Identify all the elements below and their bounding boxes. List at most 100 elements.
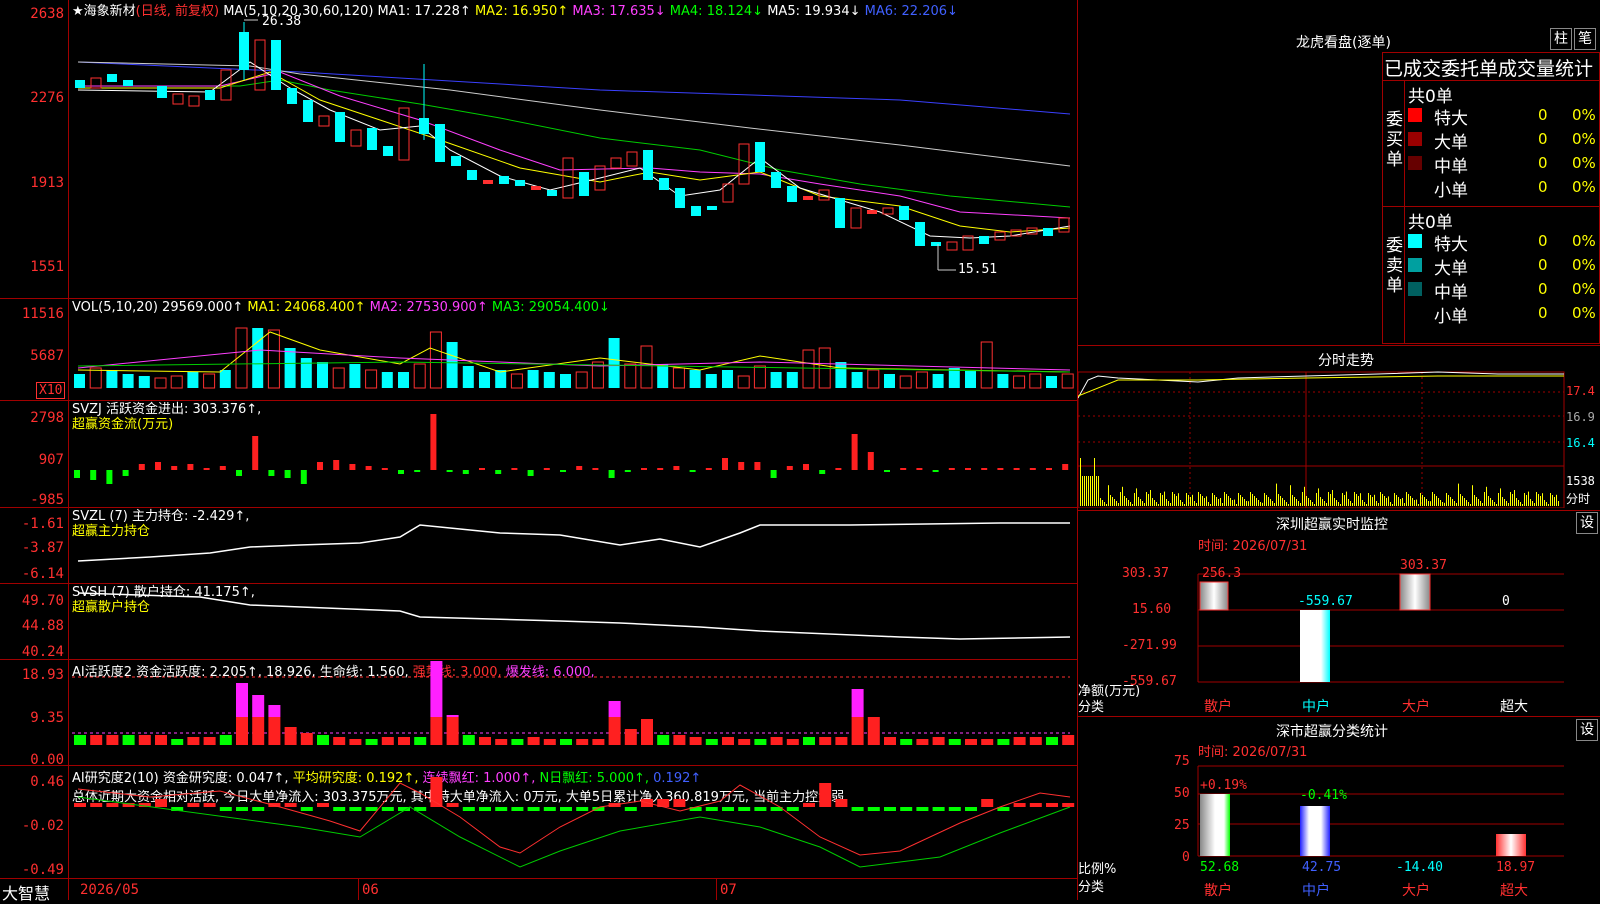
- sz-settings-button[interactable]: 设: [1576, 512, 1598, 534]
- tick-view-button[interactable]: 笔: [1574, 28, 1596, 50]
- high-price-mark: 26.38: [262, 14, 302, 29]
- buy-row: 大单 0 0%: [1408, 128, 1600, 153]
- ma3-line: [78, 71, 1071, 219]
- sz-cat-3: 大户: [1402, 699, 1430, 715]
- low-price-mark: 15.51: [958, 262, 998, 277]
- cls-pct-1: 52.68: [1200, 860, 1240, 875]
- cls-settings-button[interactable]: 设: [1576, 719, 1598, 741]
- sz-bar-value-3: 303.37: [1400, 558, 1447, 573]
- intraday-tick-2: 16.9: [1566, 410, 1595, 424]
- cls-chart: [1197, 765, 1564, 857]
- sell-row: 中单 0 0%: [1408, 278, 1600, 303]
- sz-cat-1: 散户: [1204, 699, 1232, 715]
- intraday-tick-3: 16.4: [1566, 436, 1595, 450]
- sell-row-pct: 0%: [1572, 304, 1596, 322]
- color-swatch: [1408, 132, 1422, 146]
- sz-monitor-chart: [1197, 573, 1564, 683]
- sell-side-label: 委卖单: [1386, 236, 1403, 296]
- sell-row-pct: 0%: [1572, 280, 1596, 298]
- sell-rows: 特大 0 0% 大单 0 0% 中单 0 0% 小单 0 0%: [1408, 230, 1600, 327]
- candles: [75, 22, 1070, 251]
- ai1-chart: [72, 661, 1075, 745]
- bar-view-button[interactable]: 柱: [1550, 28, 1572, 50]
- sz-time: 时间: 2026/07/31: [1198, 539, 1308, 554]
- ma4-line: [78, 79, 1071, 208]
- cls-cat-3: 大户: [1402, 883, 1430, 899]
- volume-chart: [74, 327, 1074, 389]
- color-swatch: [1408, 234, 1422, 248]
- color-swatch: [1408, 180, 1422, 194]
- sell-row-pct: 0%: [1572, 232, 1596, 250]
- buy-row: 中单 0 0%: [1408, 152, 1600, 177]
- ma5-line: [77, 61, 1071, 167]
- buy-row-pct: 0%: [1572, 106, 1596, 124]
- intraday-vol-label: 分时: [1566, 492, 1591, 506]
- color-swatch: [1408, 258, 1422, 272]
- cls-time: 时间: 2026/07/31: [1198, 745, 1308, 760]
- sell-row-pct: 0%: [1572, 256, 1596, 274]
- cls-change-1: +0.19%: [1200, 778, 1247, 793]
- sell-row-count: 0: [1538, 304, 1548, 322]
- cls-change-2: -0.41%: [1300, 788, 1347, 803]
- sz-bar-value-2: -559.67: [1298, 594, 1353, 609]
- right-panel: 龙虎看盘(逐单) 柱 笔 已成交委托单成交量统计 委买单 委卖单 共0单 特大 0…: [1078, 0, 1600, 900]
- sz-bar-value-4: 0: [1502, 594, 1510, 609]
- buy-row-pct: 0%: [1572, 178, 1596, 196]
- color-swatch: [1408, 282, 1422, 296]
- sell-row-name: 中单: [1434, 283, 1468, 303]
- buy-row-count: 0: [1538, 106, 1548, 124]
- cls-cat-4: 超大: [1500, 883, 1528, 899]
- cls-pct-3: -14.40: [1396, 860, 1443, 875]
- buy-row: 特大 0 0%: [1408, 104, 1600, 129]
- buy-row-name: 小单: [1434, 181, 1468, 201]
- dragon-title: 龙虎看盘(逐单): [1296, 35, 1391, 51]
- buy-row-count: 0: [1538, 154, 1548, 172]
- sz-bar-value-1: 256.3: [1202, 566, 1242, 581]
- intraday-title: 分时走势: [1318, 353, 1374, 369]
- sell-row-name: 大单: [1434, 259, 1468, 279]
- svzl-chart: [77, 522, 1070, 562]
- buy-rows: 特大 0 0% 大单 0 0% 中单 0 0% 小单 0 0%: [1408, 104, 1600, 201]
- ma2-line: [78, 71, 1071, 233]
- stats-title: 已成交委托单成交量统计: [1384, 58, 1594, 80]
- sell-row-name: 特大: [1434, 235, 1468, 255]
- buy-side-label: 委买单: [1386, 110, 1403, 170]
- sell-row-count: 0: [1538, 280, 1548, 298]
- buy-row-name: 大单: [1434, 133, 1468, 153]
- cls-ylabel-2: 分类: [1078, 880, 1105, 895]
- buy-row-pct: 0%: [1572, 154, 1596, 172]
- kline-chart[interactable]: [0, 0, 1078, 298]
- cls-cat-1: 散户: [1204, 883, 1232, 899]
- buy-row-count: 0: [1538, 130, 1548, 148]
- svsh-chart: [77, 592, 1071, 640]
- color-swatch: [1408, 108, 1422, 122]
- ai2-chart: [74, 777, 1075, 868]
- buy-row-pct: 0%: [1572, 130, 1596, 148]
- cls-cat-2: 中户: [1302, 883, 1330, 899]
- sz-cat-2: 中户: [1302, 699, 1330, 715]
- intraday-vol-max: 1538: [1566, 474, 1595, 488]
- date-label-2: 06: [362, 882, 379, 898]
- sz-cat-4: 超大: [1500, 699, 1528, 715]
- color-swatch: [1408, 306, 1422, 320]
- sell-row-count: 0: [1538, 232, 1548, 250]
- buy-row-name: 中单: [1434, 157, 1468, 177]
- intraday-tick-1: 17.4: [1566, 384, 1595, 398]
- buy-row-count: 0: [1538, 178, 1548, 196]
- brand-label: 大智慧: [2, 884, 51, 903]
- color-swatch: [1408, 156, 1422, 170]
- intraday-chart: [1078, 371, 1565, 508]
- sell-row: 特大 0 0%: [1408, 230, 1600, 255]
- date-label-1: 2026/05: [80, 882, 140, 898]
- sell-row-name: 小单: [1434, 307, 1468, 327]
- sell-row-count: 0: [1538, 256, 1548, 274]
- cls-pct-2: 42.75: [1302, 860, 1342, 875]
- buy-row-name: 特大: [1434, 109, 1468, 129]
- cls-title: 深市超赢分类统计: [1276, 724, 1388, 740]
- cls-pct-4: 18.97: [1496, 860, 1536, 875]
- left-chart-area[interactable]: ★海象新材(日线, 前复权) MA(5,10,20,30,60,120) MA1…: [0, 0, 1078, 903]
- buy-row: 小单 0 0%: [1408, 176, 1600, 201]
- svzj-chart: [74, 414, 1069, 484]
- date-label-3: 07: [720, 882, 737, 898]
- sz-monitor-title: 深圳超赢实时监控: [1276, 517, 1388, 533]
